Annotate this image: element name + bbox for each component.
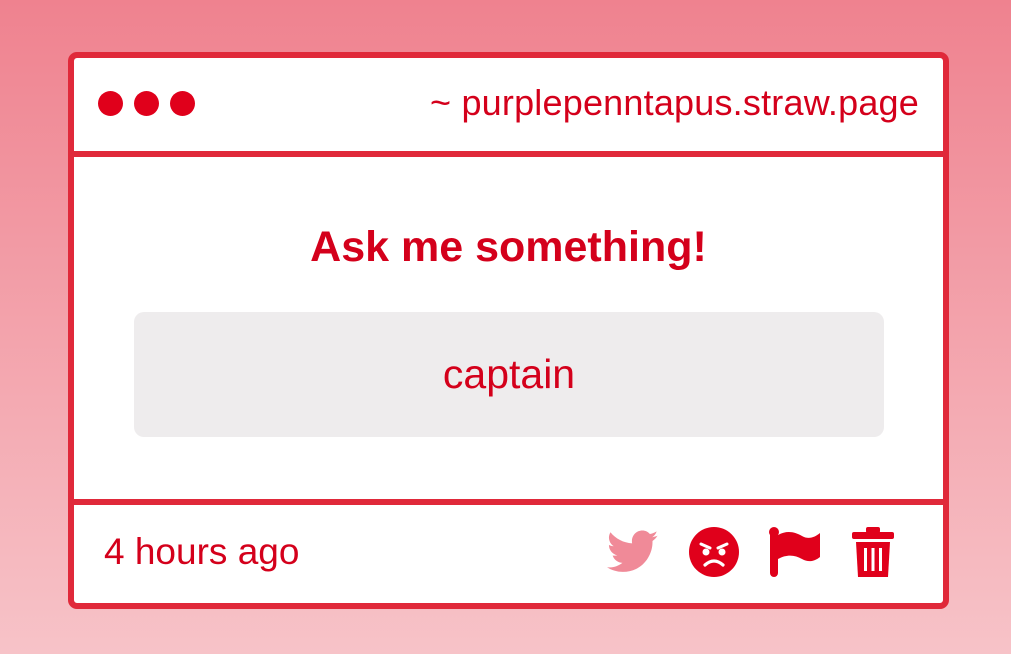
flag-icon xyxy=(769,527,820,577)
title-bar: ~ purplepenntapus.straw.page xyxy=(74,58,943,157)
twitter-icon xyxy=(607,530,659,572)
trash-icon xyxy=(852,527,894,577)
question-content: Ask me something! captain xyxy=(74,157,943,499)
answer-box: captain xyxy=(134,312,884,437)
angry-face-icon xyxy=(689,527,739,577)
page-title: Ask me something! xyxy=(310,223,707,271)
card-window: ~ purplepenntapus.straw.page Ask me some… xyxy=(68,52,949,609)
report-flag-button[interactable] xyxy=(769,527,821,577)
page-url[interactable]: ~ purplepenntapus.straw.page xyxy=(430,82,919,124)
delete-button[interactable] xyxy=(851,527,895,577)
card-footer: 4 hours ago xyxy=(74,499,943,603)
window-dot-2[interactable] xyxy=(134,91,159,116)
window-dot-3[interactable] xyxy=(170,91,195,116)
window-controls xyxy=(98,91,195,116)
answer-text: captain xyxy=(442,351,576,397)
window-dot-1[interactable] xyxy=(98,91,123,116)
share-twitter-button[interactable] xyxy=(607,530,659,574)
timestamp: 4 hours ago xyxy=(104,531,300,572)
action-bar xyxy=(607,527,895,577)
react-angry-button[interactable] xyxy=(689,527,739,577)
